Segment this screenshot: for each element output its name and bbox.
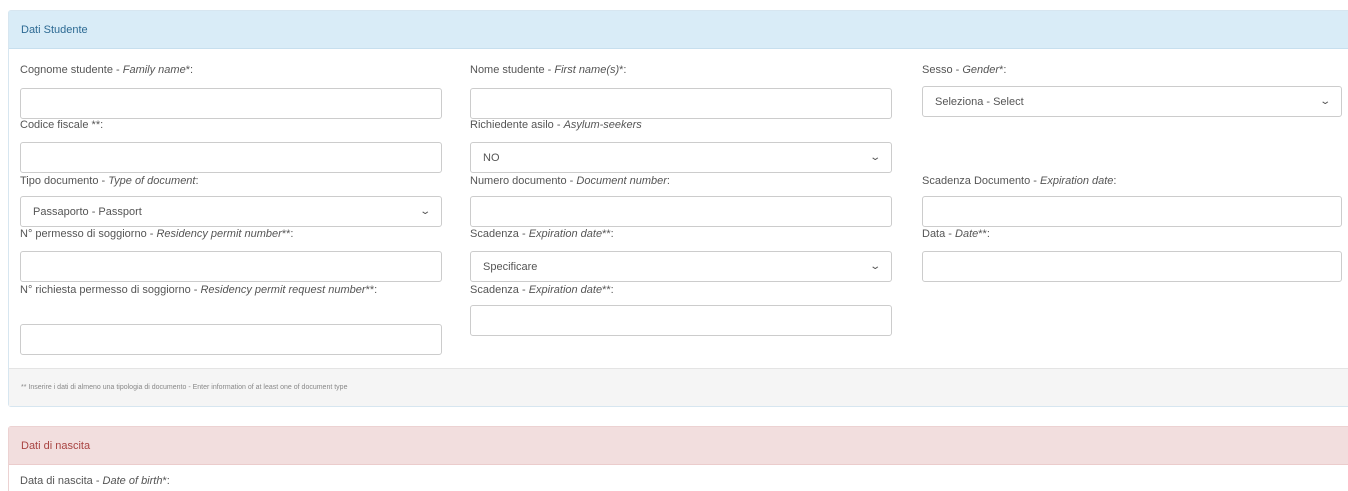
permit-date-input[interactable] xyxy=(922,251,1342,282)
panel-footer-note: ** Inserire i dati di almeno una tipolog… xyxy=(9,368,1348,406)
chevron-down-icon: ⌄ xyxy=(418,206,431,217)
tax-code-label: Codice fiscale **: xyxy=(20,119,104,131)
family-name-input[interactable] xyxy=(20,88,442,119)
permit-number-input[interactable] xyxy=(20,251,442,282)
first-name-label: Nome studente - First name(s)*: xyxy=(470,64,627,76)
doc-expiry-label: Scadenza Documento - Expiration date: xyxy=(922,175,1117,187)
doc-number-label: Numero documento - Document number: xyxy=(470,175,670,187)
asylum-selected-value: NO xyxy=(483,151,500,164)
family-name-label: Cognome studente - Family name*: xyxy=(20,64,194,76)
request-expiry-input[interactable] xyxy=(470,305,892,336)
birth-data-panel: Dati di nascita xyxy=(8,426,1348,491)
date-of-birth-label: Data di nascita - Date of birth*: xyxy=(20,475,170,487)
first-name-input[interactable] xyxy=(470,88,892,119)
permit-date-label: Data - Date**: xyxy=(922,228,990,240)
doc-expiry-input[interactable] xyxy=(922,196,1342,227)
document-requirement-note: ** Inserire i dati di almeno una tipolog… xyxy=(21,384,348,391)
doc-type-selected-value: Passaporto - Passport xyxy=(33,205,142,218)
student-data-header: Dati Studente xyxy=(9,11,1348,49)
permit-number-label: N° permesso di soggiorno - Residency per… xyxy=(20,228,294,240)
birth-data-header: Dati di nascita xyxy=(9,427,1348,465)
request-number-input[interactable] xyxy=(20,324,442,355)
gender-label: Sesso - Gender*: xyxy=(922,64,1007,76)
asylum-select[interactable]: NO ⌄ xyxy=(470,142,892,173)
request-number-label: N° richiesta permesso di soggiorno - Res… xyxy=(20,284,378,296)
gender-selected-value: Seleziona - Select xyxy=(935,95,1024,108)
tax-code-input[interactable] xyxy=(20,142,442,173)
student-data-title: Dati Studente xyxy=(21,23,88,36)
gender-select[interactable]: Seleziona - Select ⌄ xyxy=(922,86,1342,117)
chevron-down-icon: ⌄ xyxy=(868,261,881,272)
permit-expiry-selected-value: Specificare xyxy=(483,260,538,273)
doc-type-label: Tipo documento - Type of document: xyxy=(20,175,199,187)
chevron-down-icon: ⌄ xyxy=(1318,96,1331,107)
chevron-down-icon: ⌄ xyxy=(868,152,881,163)
birth-data-title: Dati di nascita xyxy=(21,439,91,452)
doc-type-select[interactable]: Passaporto - Passport ⌄ xyxy=(20,196,442,227)
permit-expiry-label: Scadenza - Expiration date**: xyxy=(470,228,614,240)
asylum-label: Richiedente asilo - Asylum-seekers xyxy=(470,119,642,131)
request-expiry-label: Scadenza - Expiration date**: xyxy=(470,284,614,296)
doc-number-input[interactable] xyxy=(470,196,892,227)
permit-expiry-select[interactable]: Specificare ⌄ xyxy=(470,251,892,282)
